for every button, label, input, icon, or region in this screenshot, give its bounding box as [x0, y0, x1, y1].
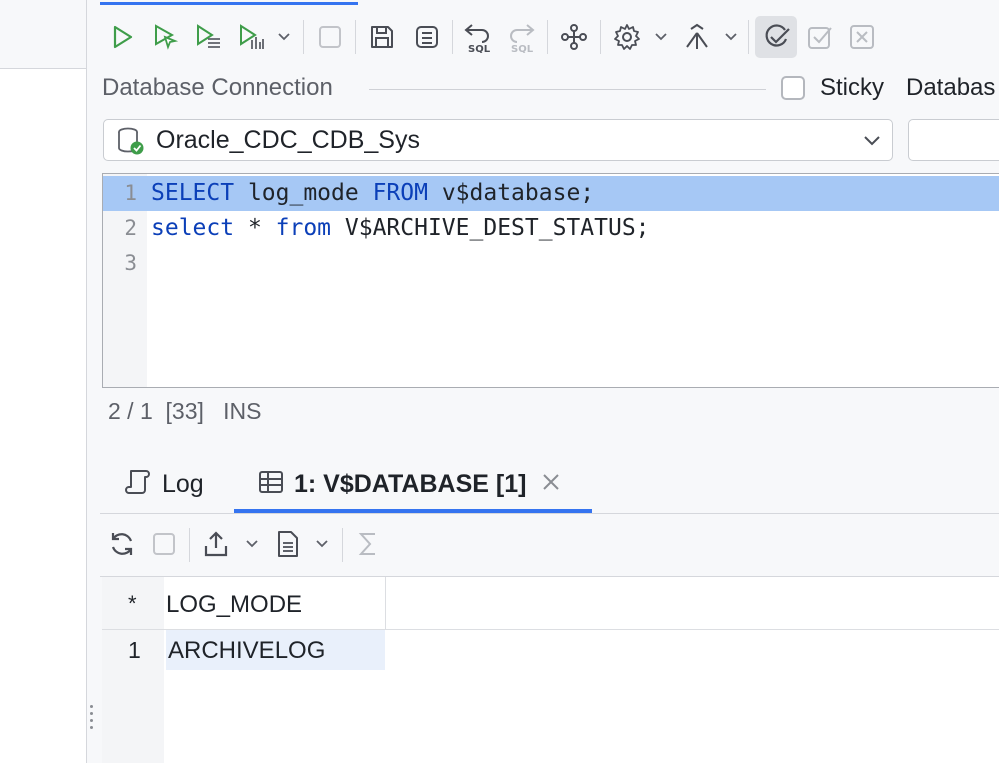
cursor-offset: [33]: [165, 398, 204, 424]
document-icon[interactable]: [272, 528, 304, 560]
result-grid: * LOG_MODE 1 ARCHIVELOG: [102, 577, 999, 763]
stop-icon[interactable]: [148, 528, 180, 560]
result-tabs: Log 1: V$DATABASE [1]: [100, 455, 999, 514]
sql-keyword: from: [275, 215, 332, 241]
code-line[interactable]: 3: [103, 246, 999, 281]
svg-text:SQL: SQL: [511, 44, 534, 53]
sql-text: V$ARCHIVE_DEST_STATUS;: [331, 215, 650, 241]
sql-text: log_mode: [234, 180, 373, 206]
result-toolbar: [100, 514, 999, 577]
sticky-label: Sticky: [820, 74, 885, 101]
chevron-down-icon[interactable]: [724, 28, 738, 46]
code-text: select * from V$ARCHIVE_DEST_STATUS;: [151, 211, 650, 246]
stop-icon[interactable]: [313, 20, 347, 54]
cursor-position: 2 / 1: [108, 398, 153, 424]
database-connected-icon: [116, 126, 146, 161]
commit-icon[interactable]: [755, 16, 797, 58]
refresh-icon[interactable]: [106, 528, 138, 560]
sql-text: *: [234, 215, 276, 241]
run-cursor-icon[interactable]: [148, 20, 182, 54]
sticky-checkbox[interactable]: [781, 76, 805, 100]
close-icon[interactable]: [542, 473, 560, 496]
save-as-icon[interactable]: [410, 20, 444, 54]
connection-value: Oracle_CDC_CDB_Sys: [156, 126, 420, 154]
undo-sql-icon[interactable]: SQL: [461, 20, 495, 54]
tab-log-label: Log: [162, 469, 204, 498]
save-icon[interactable]: [365, 20, 399, 54]
chevron-down-icon[interactable]: [862, 130, 882, 155]
sigma-icon[interactable]: [352, 528, 384, 560]
left-panel-header: [0, 0, 86, 69]
table-icon: [258, 469, 284, 500]
sql-editor[interactable]: 1 SELECT log_mode FROM v$database; 2 select…: [102, 173, 999, 388]
run-script-icon[interactable]: [191, 20, 225, 54]
run-icon[interactable]: [105, 20, 139, 54]
column-divider[interactable]: [385, 577, 386, 629]
active-tab-indicator: [100, 2, 358, 5]
chevron-down-icon[interactable]: [654, 28, 668, 46]
insert-mode: INS: [223, 398, 262, 424]
line-number: 3: [124, 251, 137, 275]
svg-text:SQL: SQL: [468, 44, 491, 53]
select-all-corner[interactable]: *: [128, 591, 137, 617]
sql-text: v$database;: [427, 180, 595, 206]
left-panel-body: [0, 69, 86, 763]
log-icon: [124, 468, 152, 501]
export-icon[interactable]: [200, 528, 232, 560]
tab-result-label: 1: V$DATABASE [1]: [294, 469, 527, 498]
column-header[interactable]: LOG_MODE: [166, 591, 302, 619]
code-line[interactable]: 2 select * from V$ARCHIVE_DEST_STATUS;: [103, 211, 999, 246]
merge-icon[interactable]: [680, 20, 714, 54]
connection-row: Database Connection Sticky Databas: [100, 72, 999, 108]
connection-select[interactable]: Oracle_CDC_CDB_Sys: [103, 119, 893, 161]
cursor-status: 2 / 1 [33] INS: [108, 398, 261, 425]
sql-console: SQL SQL Database Connection Sticky Datab…: [100, 0, 999, 763]
line-number: 1: [124, 181, 137, 205]
line-number: 2: [124, 216, 137, 240]
explain-plan-icon[interactable]: [234, 20, 268, 54]
editor-toolbar: SQL SQL: [100, 0, 999, 72]
left-panel: [0, 0, 87, 763]
splitter-grip[interactable]: [90, 705, 94, 733]
chevron-down-icon[interactable]: [236, 528, 268, 560]
settings-icon[interactable]: [610, 20, 644, 54]
code-line[interactable]: 1 SELECT log_mode FROM v$database;: [103, 176, 999, 211]
share-icon[interactable]: [557, 20, 591, 54]
code-text: SELECT log_mode FROM v$database;: [151, 176, 594, 211]
cancel-icon[interactable]: [845, 20, 879, 54]
redo-sql-icon[interactable]: SQL: [504, 20, 538, 54]
active-tab-underline: [234, 509, 592, 513]
grid-header: * LOG_MODE: [102, 577, 999, 630]
database-select[interactable]: [908, 119, 999, 161]
table-cell[interactable]: ARCHIVELOG: [166, 630, 385, 670]
sql-keyword: FROM: [372, 180, 428, 206]
sql-keyword: SELECT: [151, 180, 235, 206]
tab-result[interactable]: 1: V$DATABASE [1]: [258, 455, 560, 513]
row-number[interactable]: 1: [128, 637, 141, 664]
separator: [369, 89, 766, 90]
chevron-down-icon[interactable]: [306, 528, 338, 560]
cell-value: ARCHIVELOG: [168, 637, 326, 664]
connection-label: Database Connection: [102, 74, 333, 101]
checkbox-icon[interactable]: [803, 20, 837, 54]
chevron-down-icon[interactable]: [277, 28, 291, 46]
tab-log[interactable]: Log: [124, 455, 204, 513]
sql-keyword: select: [151, 215, 235, 241]
database-label: Databas: [906, 74, 996, 101]
